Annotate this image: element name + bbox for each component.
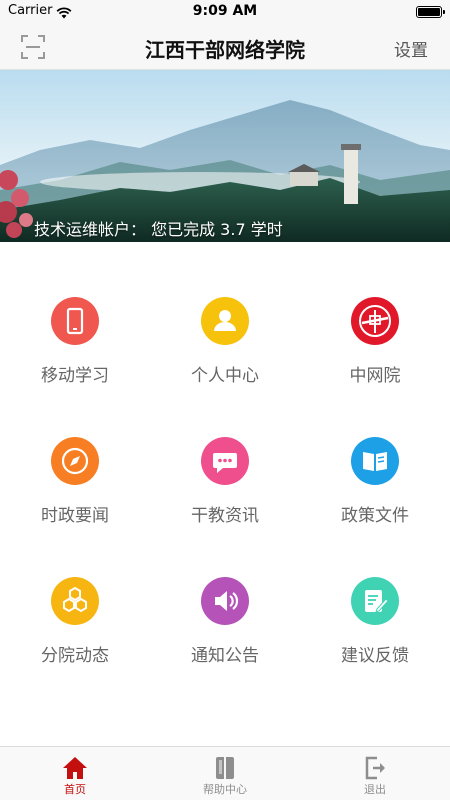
menu-item-policy-documents[interactable]: 政策文件 [300,382,450,526]
home-icon [62,755,88,781]
status-bar: Carrier 9:09 AM [0,0,450,24]
study-hours-caption: 技术运维帐户： 您已完成 3.7 学时 [34,220,283,239]
banner-image[interactable]: 技术运维帐户： 您已完成 3.7 学时 [0,70,450,242]
menu-item-branch-news[interactable]: 分院动态 [0,522,150,666]
compass-icon [51,437,99,485]
settings-button[interactable]: 设置 [394,36,428,61]
menu-item-current-affairs[interactable]: 时政要闻 [0,382,150,526]
menu-item-label: 建议反馈 [341,646,409,666]
tab-logout[interactable]: 退出 [300,747,450,800]
menu-item-announcements[interactable]: 通知公告 [150,522,300,666]
feedback-icon [351,577,399,625]
menu-item-cn-web-academy[interactable]: 中网院 [300,242,450,386]
tab-label: 首页 [64,783,86,796]
tab-home[interactable]: 首页 [0,747,150,800]
hexagon-icon [51,577,99,625]
logout-icon [362,755,388,781]
status-time: 9:09 AM [192,3,258,19]
navigation-bar: 江西干部网络学院 设置 [0,24,450,70]
bottom-tab-bar: 首页 帮助中心 退出 [0,746,450,800]
page-title: 江西干部网络学院 [145,38,305,62]
menu-item-education-news[interactable]: 干教资讯 [150,382,300,526]
book-icon [351,437,399,485]
menu-item-personal-center[interactable]: 个人中心 [150,242,300,386]
tab-help-center[interactable]: 帮助中心 [150,747,300,800]
menu-item-mobile-learning[interactable]: 移动学习 [0,242,150,386]
chat-icon [201,437,249,485]
tab-label: 帮助中心 [203,783,247,796]
menu-item-feedback[interactable]: 建议反馈 [300,522,450,666]
speaker-icon [201,577,249,625]
help-book-icon [212,755,238,781]
battery-icon [416,6,445,18]
menu-item-label: 分院动态 [41,646,109,666]
mobile-icon [51,297,99,345]
menu-item-label: 通知公告 [191,646,259,666]
person-icon [201,297,249,345]
tab-label: 退出 [364,783,386,796]
cnweb-icon [351,297,399,345]
